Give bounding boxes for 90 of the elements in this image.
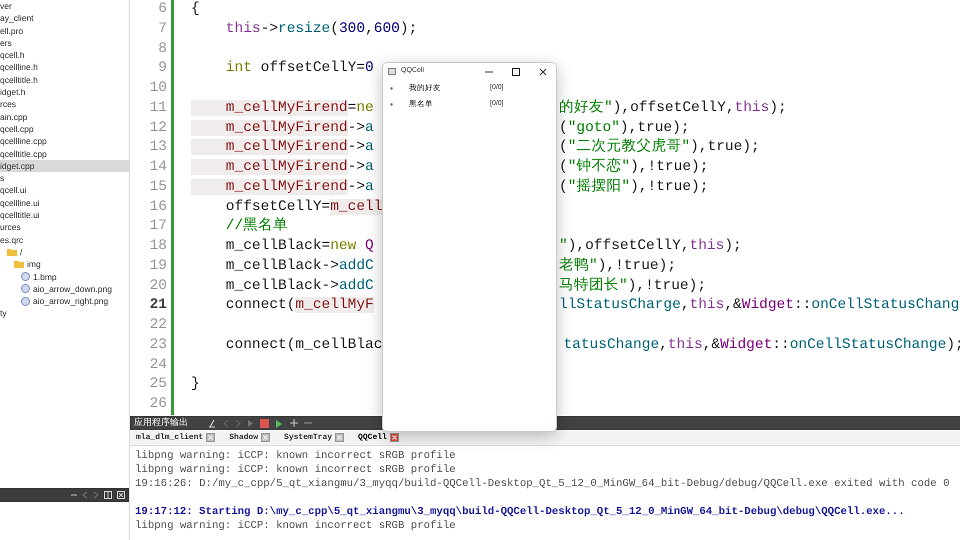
code-line: offsetCellY=m_cell	[224, 198, 382, 216]
code-line: ("摇摆阳"),!true);	[559, 178, 708, 197]
tree-item[interactable]: ain.cpp	[0, 110, 129, 123]
code-line: }	[190, 375, 201, 394]
panel-title: 应用程序输出	[134, 416, 188, 430]
line-number: 12	[130, 118, 174, 138]
line-number: 19	[130, 256, 174, 276]
tree-item[interactable]: idget.h	[0, 86, 129, 98]
line-number: 15	[130, 178, 174, 198]
line-number: 20	[130, 276, 174, 296]
tree-item[interactable]: qcelltitle.h	[0, 74, 129, 86]
line-number: 25	[130, 375, 174, 395]
play-icon	[247, 418, 254, 428]
code-line: connect(m_cellMyF	[224, 296, 375, 316]
maximize-icon	[512, 68, 520, 76]
output-line: libpng warning: iCCP: known incorrect sRGB profile	[135, 463, 457, 477]
tree-item[interactable]: qcellline.cpp	[0, 135, 129, 148]
line-number: 10	[130, 79, 174, 99]
app-icon	[388, 68, 396, 75]
split-icon	[104, 491, 112, 499]
line-number: 21	[130, 296, 174, 316]
tree-item[interactable]: rces	[0, 98, 129, 111]
tree-item[interactable]: ty	[0, 307, 129, 320]
code-line: 老鸭"),!true);	[559, 256, 676, 276]
code-line: //黑名单	[224, 217, 290, 236]
line-number: 8	[130, 40, 174, 60]
tree-item[interactable]: ell.pro	[0, 24, 129, 37]
output-line: 19:16:26: D:/my_c_cpp/5_qt_xiangmu/3_myqq/build-QQCell-Desktop_Qt_5_12_0_MinGW_64_bit-Debug/debug/QQCell.exe exited with code 0	[135, 477, 951, 491]
tree-item[interactable]: s	[0, 172, 129, 184]
tree-item[interactable]: /	[7, 246, 129, 258]
code-line: connect(m_cellBlac	[224, 336, 382, 355]
code-line: 的好友"),offsetCellY,this);	[559, 98, 787, 118]
tree-item[interactable]: idget.cpp	[0, 160, 129, 172]
line-number: 14	[130, 158, 174, 178]
tree-item[interactable]: aio_arrow_down.png	[21, 282, 129, 296]
run-icon	[275, 418, 284, 428]
tree-item[interactable]: 1.bmp	[21, 270, 129, 283]
tree-item[interactable]: ay_client	[0, 12, 129, 25]
code-line: m_cellBlack=new Q	[224, 237, 375, 256]
bullet-icon	[390, 102, 393, 106]
tree-item[interactable]: qcell.h	[0, 49, 129, 62]
code-line: {	[190, 0, 201, 19]
tree-item[interactable]: es.qrc	[0, 234, 129, 246]
output-line: 19:17:12: Starting D:\my_c_cpp\5_qt_xiangmu\3_myqq\build-QQCell-Desktop_Qt_5_12_0_MinGW_64_bit-Debug\debug\QQCell.exe...	[135, 505, 906, 519]
tree-item[interactable]: qcellline.ui	[0, 196, 129, 210]
bullet-icon	[390, 86, 393, 90]
code-line: 马特团长"),!true);	[559, 276, 706, 296]
line-number: 17	[130, 217, 174, 237]
line-number: 13	[130, 138, 174, 158]
code-line: m_cellBlack->addC	[224, 276, 375, 296]
tree-item[interactable]: urces	[0, 221, 129, 234]
code-line: int offsetCellY=0	[224, 59, 375, 78]
tree-item[interactable]: aio_arrow_right.png	[21, 295, 129, 308]
output-line: libpng warning: iCCP: known incorrect sRGB profile	[135, 519, 457, 533]
code-line: "),offsetCellY,this);	[559, 237, 742, 256]
tree-item[interactable]: qcell.ui	[0, 184, 129, 197]
tree-item[interactable]: ver	[0, 0, 129, 12]
close-icon	[261, 433, 270, 442]
close-panel-icon	[117, 491, 125, 499]
code-line: llStatusCharge,this,&Widget::onCellStatusChang	[559, 296, 960, 316]
line-number: 11	[130, 98, 174, 118]
code-line: ("二次元教父虎哥"),true);	[559, 138, 760, 158]
tree-item[interactable]: qcellline.h	[0, 61, 129, 74]
output-tab[interactable]: SystemTray	[284, 432, 344, 444]
line-number: 9	[130, 59, 174, 79]
close-icon	[538, 68, 546, 76]
output-tab[interactable]: QQCell	[358, 432, 399, 444]
code-line: m_cellBlack->addC	[224, 256, 375, 276]
output-line: libpng warning: iCCP: known incorrect sRGB profile	[135, 449, 457, 463]
close-icon	[335, 433, 344, 442]
output-tab[interactable]: Shadow	[229, 432, 270, 444]
tree-item[interactable]: ers	[0, 36, 129, 50]
code-line: this->resize(300,600);	[224, 20, 418, 39]
line-number: 24	[130, 356, 174, 376]
line-number: 6	[130, 0, 174, 20]
line-number: 18	[130, 237, 174, 257]
code-line: ("钟不恋"),!true);	[559, 158, 708, 177]
close-icon	[206, 433, 216, 442]
line-number: 22	[130, 316, 174, 336]
line-number: 16	[130, 198, 174, 218]
plus-icon	[290, 419, 298, 427]
output-tab[interactable]: mla_dlm_client	[136, 432, 216, 444]
tree-item[interactable]: qcelltitle.cpp	[0, 148, 129, 160]
stop-icon	[260, 418, 269, 428]
line-number: 7	[130, 20, 174, 40]
line-number: 23	[130, 336, 174, 356]
tree-item[interactable]: img	[14, 258, 129, 271]
tree-item[interactable]: qcell.cpp	[0, 122, 129, 136]
tree-item[interactable]: qcelltitle.ui	[0, 209, 129, 222]
code-line: ("goto"),true);	[559, 118, 690, 138]
